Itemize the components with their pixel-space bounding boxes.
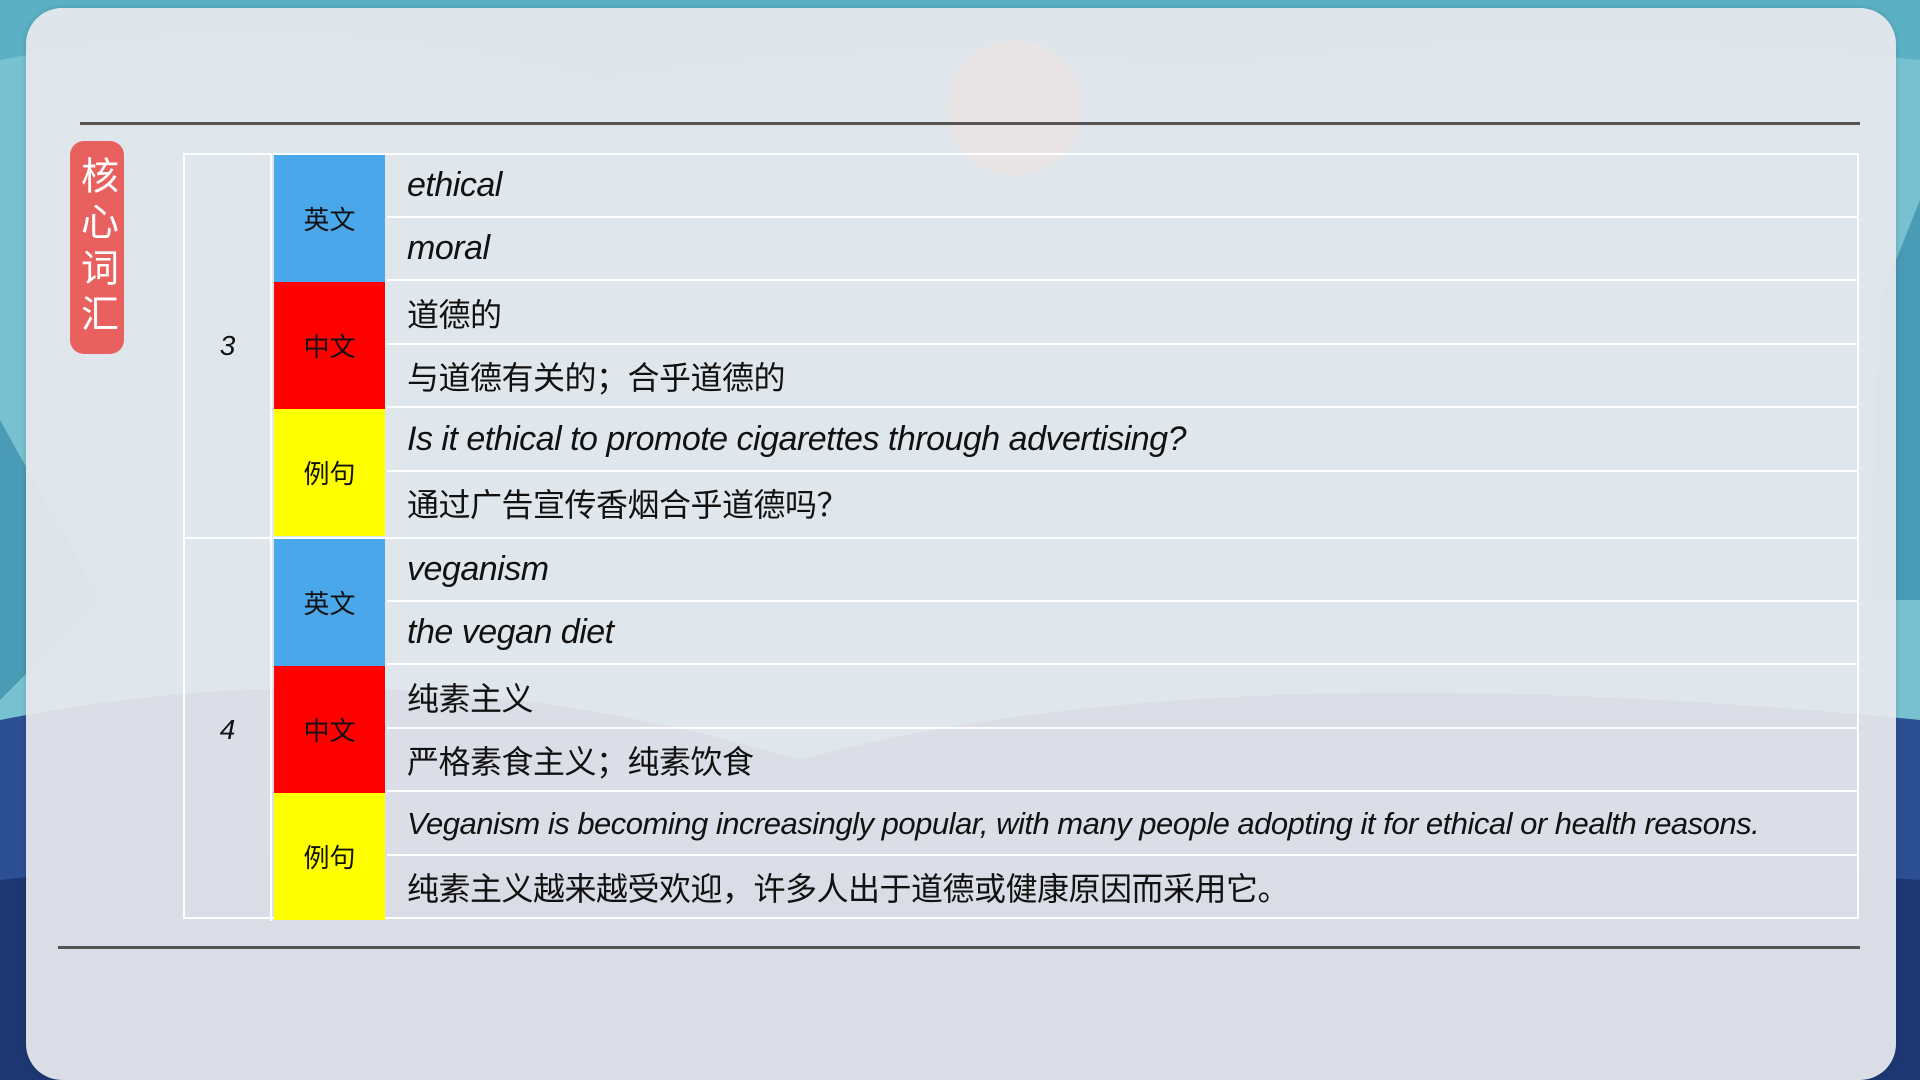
bottom-divider [58,946,1860,949]
english-term: veganism [387,539,1857,602]
vocab-entry: 3 英文 中文 例句 ethical moral 道德的 与道德有关的；合乎道德… [185,155,1857,537]
example-sentence-en: Is it ethical to promote cigarettes thro… [387,409,1857,472]
example-sentence-en: Veganism is becoming increasingly popula… [387,793,1857,856]
example-label: 例句 [274,793,385,920]
english-synonym: the vegan diet [387,602,1857,665]
vocabulary-table: 3 英文 中文 例句 ethical moral 道德的 与道德有关的；合乎道德… [183,153,1859,921]
example-label: 例句 [274,409,385,536]
english-synonym: moral [387,218,1857,281]
chinese-term: 道德的 [387,282,1857,345]
english-label: 英文 [274,539,385,666]
vocab-entry: 4 英文 中文 例句 veganism the vegan diet 纯素主义 … [185,537,1857,921]
chinese-label: 中文 [274,282,385,409]
chinese-definition: 严格素食主义；纯素饮食 [387,729,1857,792]
example-sentence-zh: 通过广告宣传香烟合乎道德吗？ [407,485,849,524]
english-term: ethical [387,155,1857,218]
english-label: 英文 [274,155,385,282]
chinese-definition: 与道德有关的；合乎道德的 [387,345,1857,408]
core-vocabulary-badge: 核心词汇 [70,141,124,354]
top-divider [80,122,1860,125]
chinese-label: 中文 [274,666,385,793]
entry-number: 4 [185,539,272,921]
example-sentence-zh: 纯素主义越来越受欢迎，许多人出于道德或健康原因而采用它。 [407,869,1290,908]
chinese-term: 纯素主义 [387,666,1857,729]
entry-number: 3 [185,155,272,537]
